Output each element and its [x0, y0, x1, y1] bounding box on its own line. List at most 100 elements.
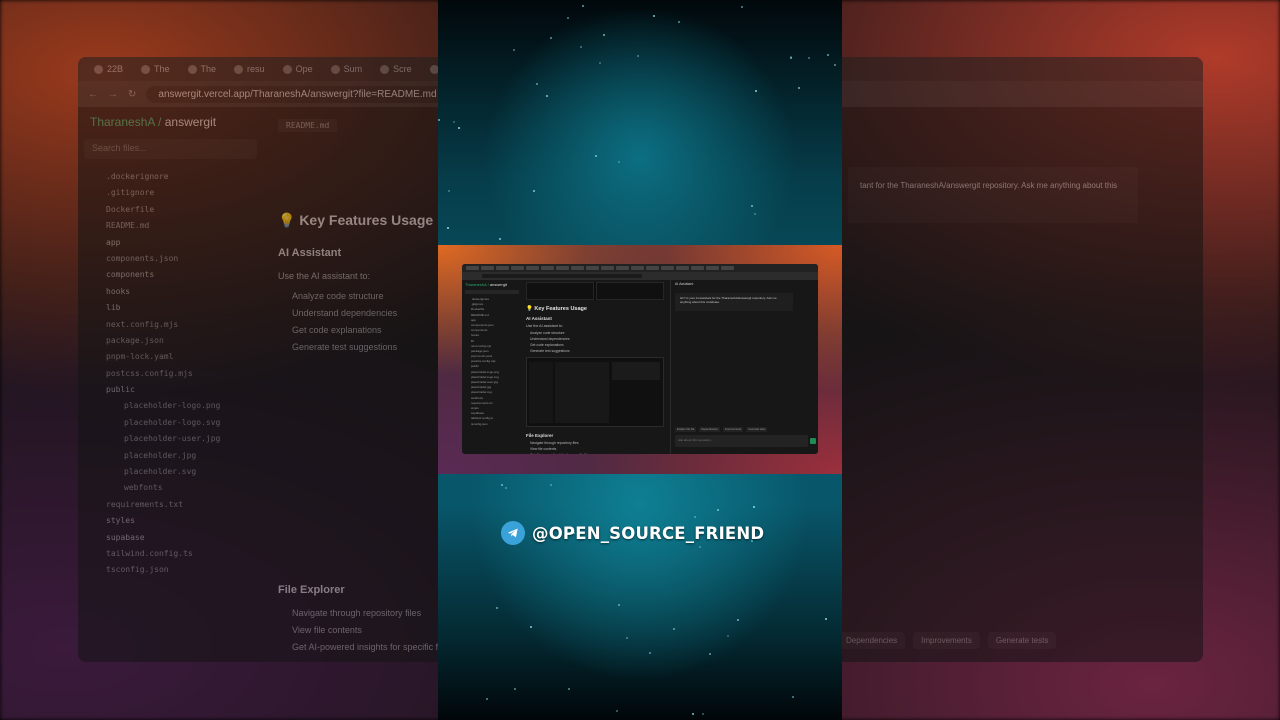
- favicon-icon: [94, 64, 103, 74]
- sparkle-dot: [532, 190, 535, 193]
- sparkle-dot: [701, 713, 704, 716]
- sparkle-dot: [452, 121, 455, 124]
- channel-handle: @OPEN_SOURCE_FRIEND: [532, 523, 765, 543]
- sparkle-dot: [652, 15, 655, 18]
- sparkle-dot: [458, 126, 461, 129]
- sparkle-dot: [797, 86, 800, 89]
- favicon-icon: [282, 64, 292, 74]
- embedded-tab: [721, 266, 734, 270]
- file-item: tsconfig.json: [106, 565, 169, 575]
- file-item: tailwind.config.ts: [106, 548, 193, 558]
- telegram-icon: [501, 521, 525, 545]
- sparkle-dot: [717, 509, 720, 512]
- sparkle-dot: [501, 483, 504, 486]
- embedded-tab: [466, 266, 479, 270]
- embedded-chat-input: Ask about this repository...: [675, 435, 808, 447]
- sparkle-dot: [692, 712, 695, 715]
- sparkle-dot: [567, 17, 570, 20]
- file-item: package.json: [106, 335, 164, 345]
- back-icon: ←: [88, 88, 98, 100]
- embedded-tab: [616, 266, 629, 270]
- file-item: components.json: [106, 253, 179, 263]
- embedded-tab: [646, 266, 659, 270]
- sparkle-dot: [626, 636, 629, 639]
- sparkle-dot: [499, 237, 502, 240]
- file-item: placeholder-logo.png: [124, 401, 221, 411]
- embedded-tab: [556, 266, 569, 270]
- background-file-sidebar: TharaneshA / answergit Search files... .…: [78, 107, 263, 662]
- background-tab-label: The: [200, 64, 217, 74]
- sparkle-dot: [535, 83, 538, 86]
- file-item: placeholder-user.jpg: [124, 434, 221, 444]
- embedded-tab: [541, 266, 554, 270]
- sparkle-dot: [546, 94, 549, 97]
- embedded-repo-owner: TharaneshA: [465, 282, 487, 287]
- embedded-chips: Explain this file Dependencies Improvement…: [675, 427, 768, 432]
- folder-item: public: [106, 385, 135, 395]
- embedded-ai-bullet: Get code explanations: [530, 343, 564, 347]
- folder-item: lib: [106, 303, 121, 313]
- file-item: webfonts: [124, 483, 163, 493]
- embedded-suggestion-chip: Improvements: [722, 427, 744, 432]
- sparkle-dot: [529, 626, 532, 629]
- favicon-icon: [141, 64, 151, 74]
- background-tab: Sum: [325, 61, 369, 77]
- embedded-tab: [481, 266, 494, 270]
- sparkle-dot: [637, 55, 640, 58]
- file-item: .gitignore: [106, 188, 155, 198]
- sparkle-dot: [825, 618, 828, 621]
- sparkle-dot: [678, 21, 681, 24]
- embedded-nested-screenshot: [526, 357, 664, 427]
- sparkle-dot: [549, 37, 552, 40]
- embedded-repo-name: answergit: [489, 282, 508, 287]
- sparkle-dot: [740, 6, 743, 9]
- background-tab: Scre: [374, 61, 418, 77]
- embedded-explorer-bullet: View file contents: [530, 447, 557, 451]
- file-item: placeholder.jpg: [124, 450, 197, 460]
- embedded-explorer-bullet: Navigate through repository files: [530, 441, 579, 445]
- embedded-suggestion-chip: Dependencies: [699, 427, 720, 432]
- folder-item: hooks: [106, 286, 131, 296]
- embedded-tab: [661, 266, 674, 270]
- background-tab-label: Ope: [295, 64, 313, 74]
- embedded-suggestion-chip: Explain this file: [675, 427, 697, 432]
- background-tab: resu: [228, 61, 271, 77]
- embedded-ai-list: Analyze code structure Understand depende…: [526, 331, 664, 353]
- embedded-file-explorer-heading: File Explorer: [526, 433, 554, 438]
- embedded-tab: [691, 266, 704, 270]
- background-chips: Dependencies Improvements Generate tests: [838, 632, 1057, 649]
- embedded-file-sidebar: TharaneshA / answergit .dockerignore .git…: [462, 280, 522, 454]
- embedded-ai-bullet: Understand dependencies: [530, 337, 570, 341]
- video-frame: TharaneshA / answergit .dockerignore .git…: [438, 0, 842, 720]
- background-tab: Ope: [277, 61, 319, 77]
- sparkle-dot: [580, 46, 583, 49]
- sparkle-dot: [649, 652, 652, 655]
- background-tab: The: [135, 61, 176, 77]
- sparkle-dot: [486, 698, 489, 701]
- background-suggestion-chip: Improvements: [913, 632, 980, 649]
- background-file-tree: .dockerignore .gitignore Dockerfile README.…: [84, 169, 257, 579]
- embedded-file-tree: .dockerignore .gitignore Dockerfile README.…: [465, 297, 519, 427]
- embedded-chat-panel: AI Assistant Hi! I'm your AI assistant f…: [670, 280, 818, 454]
- background-tab-label: Sum: [343, 64, 363, 74]
- embedded-explorer-bullet: Get AI-powered insights for specific fil…: [530, 453, 664, 454]
- sparkle-dot: [752, 506, 755, 508]
- embedded-tab: [601, 266, 614, 270]
- sparkle-dot: [447, 190, 450, 193]
- file-item: .dockerignore: [106, 172, 169, 181]
- embedded-explorer-list: Navigate through repository files View fi…: [526, 441, 664, 454]
- embedded-tab: [511, 266, 524, 270]
- sparkle-dot: [834, 64, 837, 67]
- background-readme-tab: README.md: [278, 119, 338, 132]
- background-search-input: Search files...: [84, 139, 257, 159]
- background-tab-label: 22B: [107, 64, 124, 74]
- embedded-readme: 💡 Key Features Usage AI Assistant Use th…: [524, 280, 666, 454]
- sparkle-dot: [438, 118, 441, 121]
- sparkle-dot: [595, 154, 598, 157]
- sparkle-dot: [616, 709, 619, 712]
- embedded-tab: [676, 266, 689, 270]
- embedded-address-bar: [462, 272, 818, 280]
- background-tab-label: The: [154, 64, 170, 74]
- background-tab: The: [182, 61, 223, 77]
- sparkle-dot: [755, 90, 758, 93]
